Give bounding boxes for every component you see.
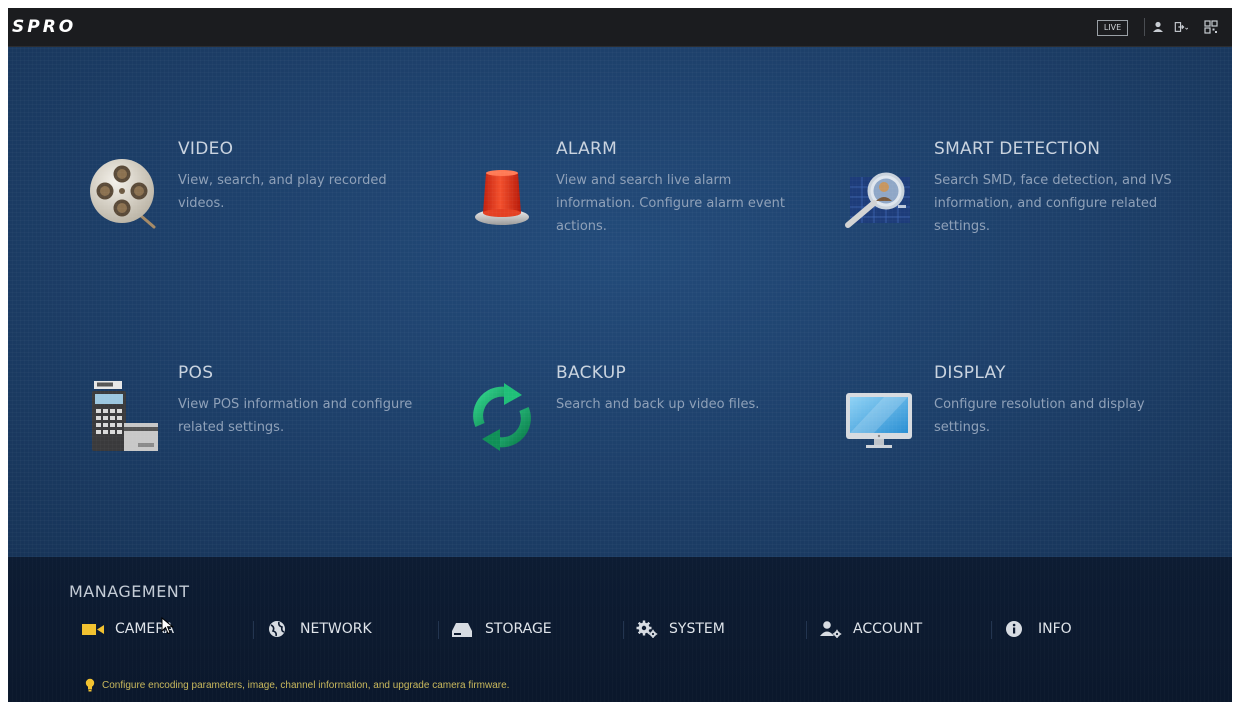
mgmt-item-label: ACCOUNT: [853, 621, 923, 637]
sync-arrows-icon: [473, 383, 531, 451]
tile-pos[interactable]: POS View POS information and configure r…: [88, 363, 428, 483]
tile-display[interactable]: DISPLAY Configure resolution and display…: [844, 363, 1184, 483]
tile-backup[interactable]: BACKUP Search and back up video files.: [466, 363, 806, 483]
tile-alarm[interactable]: ALARM View and search live alarm informa…: [466, 139, 806, 259]
tile-description: Search and back up video files.: [556, 397, 760, 412]
hard-drive-icon: [452, 623, 472, 637]
account-gear-icon: [820, 621, 842, 638]
tile-title: BACKUP: [556, 363, 627, 383]
tile-title: DISPLAY: [934, 363, 1006, 383]
mgmt-divider: [438, 621, 439, 639]
mgmt-divider: [253, 621, 254, 639]
lightbulb-icon: [85, 678, 95, 692]
hint-text: Configure encoding parameters, image, ch…: [102, 680, 510, 691]
brand-logo-text: SPRO: [12, 17, 77, 37]
user-icon[interactable]: [1151, 20, 1165, 34]
camera-icon: [82, 624, 104, 635]
tile-video[interactable]: VIDEO View, search, and play recorded vi…: [88, 139, 428, 259]
film-reel-icon: [90, 159, 156, 229]
mgmt-item-label: STORAGE: [485, 621, 552, 637]
mgmt-divider: [806, 621, 807, 639]
tile-title: ALARM: [556, 139, 618, 159]
toolbar-divider: [1144, 18, 1145, 36]
top-bar: SPRO LIVE: [8, 8, 1232, 47]
logout-icon[interactable]: [1174, 20, 1188, 34]
mgmt-divider: [991, 621, 992, 639]
brand-logo: SPRO: [12, 17, 76, 37]
dvr-main-menu: SPRO LIVE VIDEO View, search, and play r…: [8, 8, 1232, 702]
monitor-icon: [846, 393, 912, 448]
mgmt-divider: [623, 621, 624, 639]
tile-title: VIDEO: [178, 139, 234, 159]
tile-description: View POS information and configure relat…: [178, 397, 413, 435]
management-panel: MANAGEMENT CAMERA NETWORK STORAGE SYSTEM…: [8, 557, 1232, 702]
gears-icon: [636, 620, 658, 638]
function-grid: VIDEO View, search, and play recorded vi…: [8, 47, 1232, 576]
tile-title: POS: [178, 363, 214, 383]
tile-description: Search SMD, face detection, and IVS info…: [934, 173, 1172, 234]
mouse-cursor-icon: [161, 617, 174, 635]
tile-title: SMART DETECTION: [934, 139, 1101, 159]
info-icon: [1006, 621, 1022, 637]
qr-code-icon[interactable]: [1204, 20, 1218, 34]
tile-description: Configure resolution and display setting…: [934, 397, 1145, 435]
management-title: MANAGEMENT: [69, 582, 190, 601]
magnifier-icon: [845, 172, 910, 228]
mgmt-item-label: SYSTEM: [669, 621, 725, 637]
mgmt-item-label: INFO: [1038, 621, 1072, 637]
tile-description: View, search, and play recorded videos.: [178, 173, 387, 211]
mgmt-item-label: NETWORK: [300, 621, 372, 637]
alarm-siren-icon: [475, 170, 529, 225]
cash-register-icon: [92, 381, 158, 451]
tile-description: View and search live alarm information. …: [556, 173, 785, 234]
tile-smart-detection[interactable]: SMART DETECTION Search SMD, face detecti…: [844, 139, 1184, 259]
live-button[interactable]: LIVE: [1097, 20, 1128, 36]
network-globe-icon: [269, 621, 285, 637]
